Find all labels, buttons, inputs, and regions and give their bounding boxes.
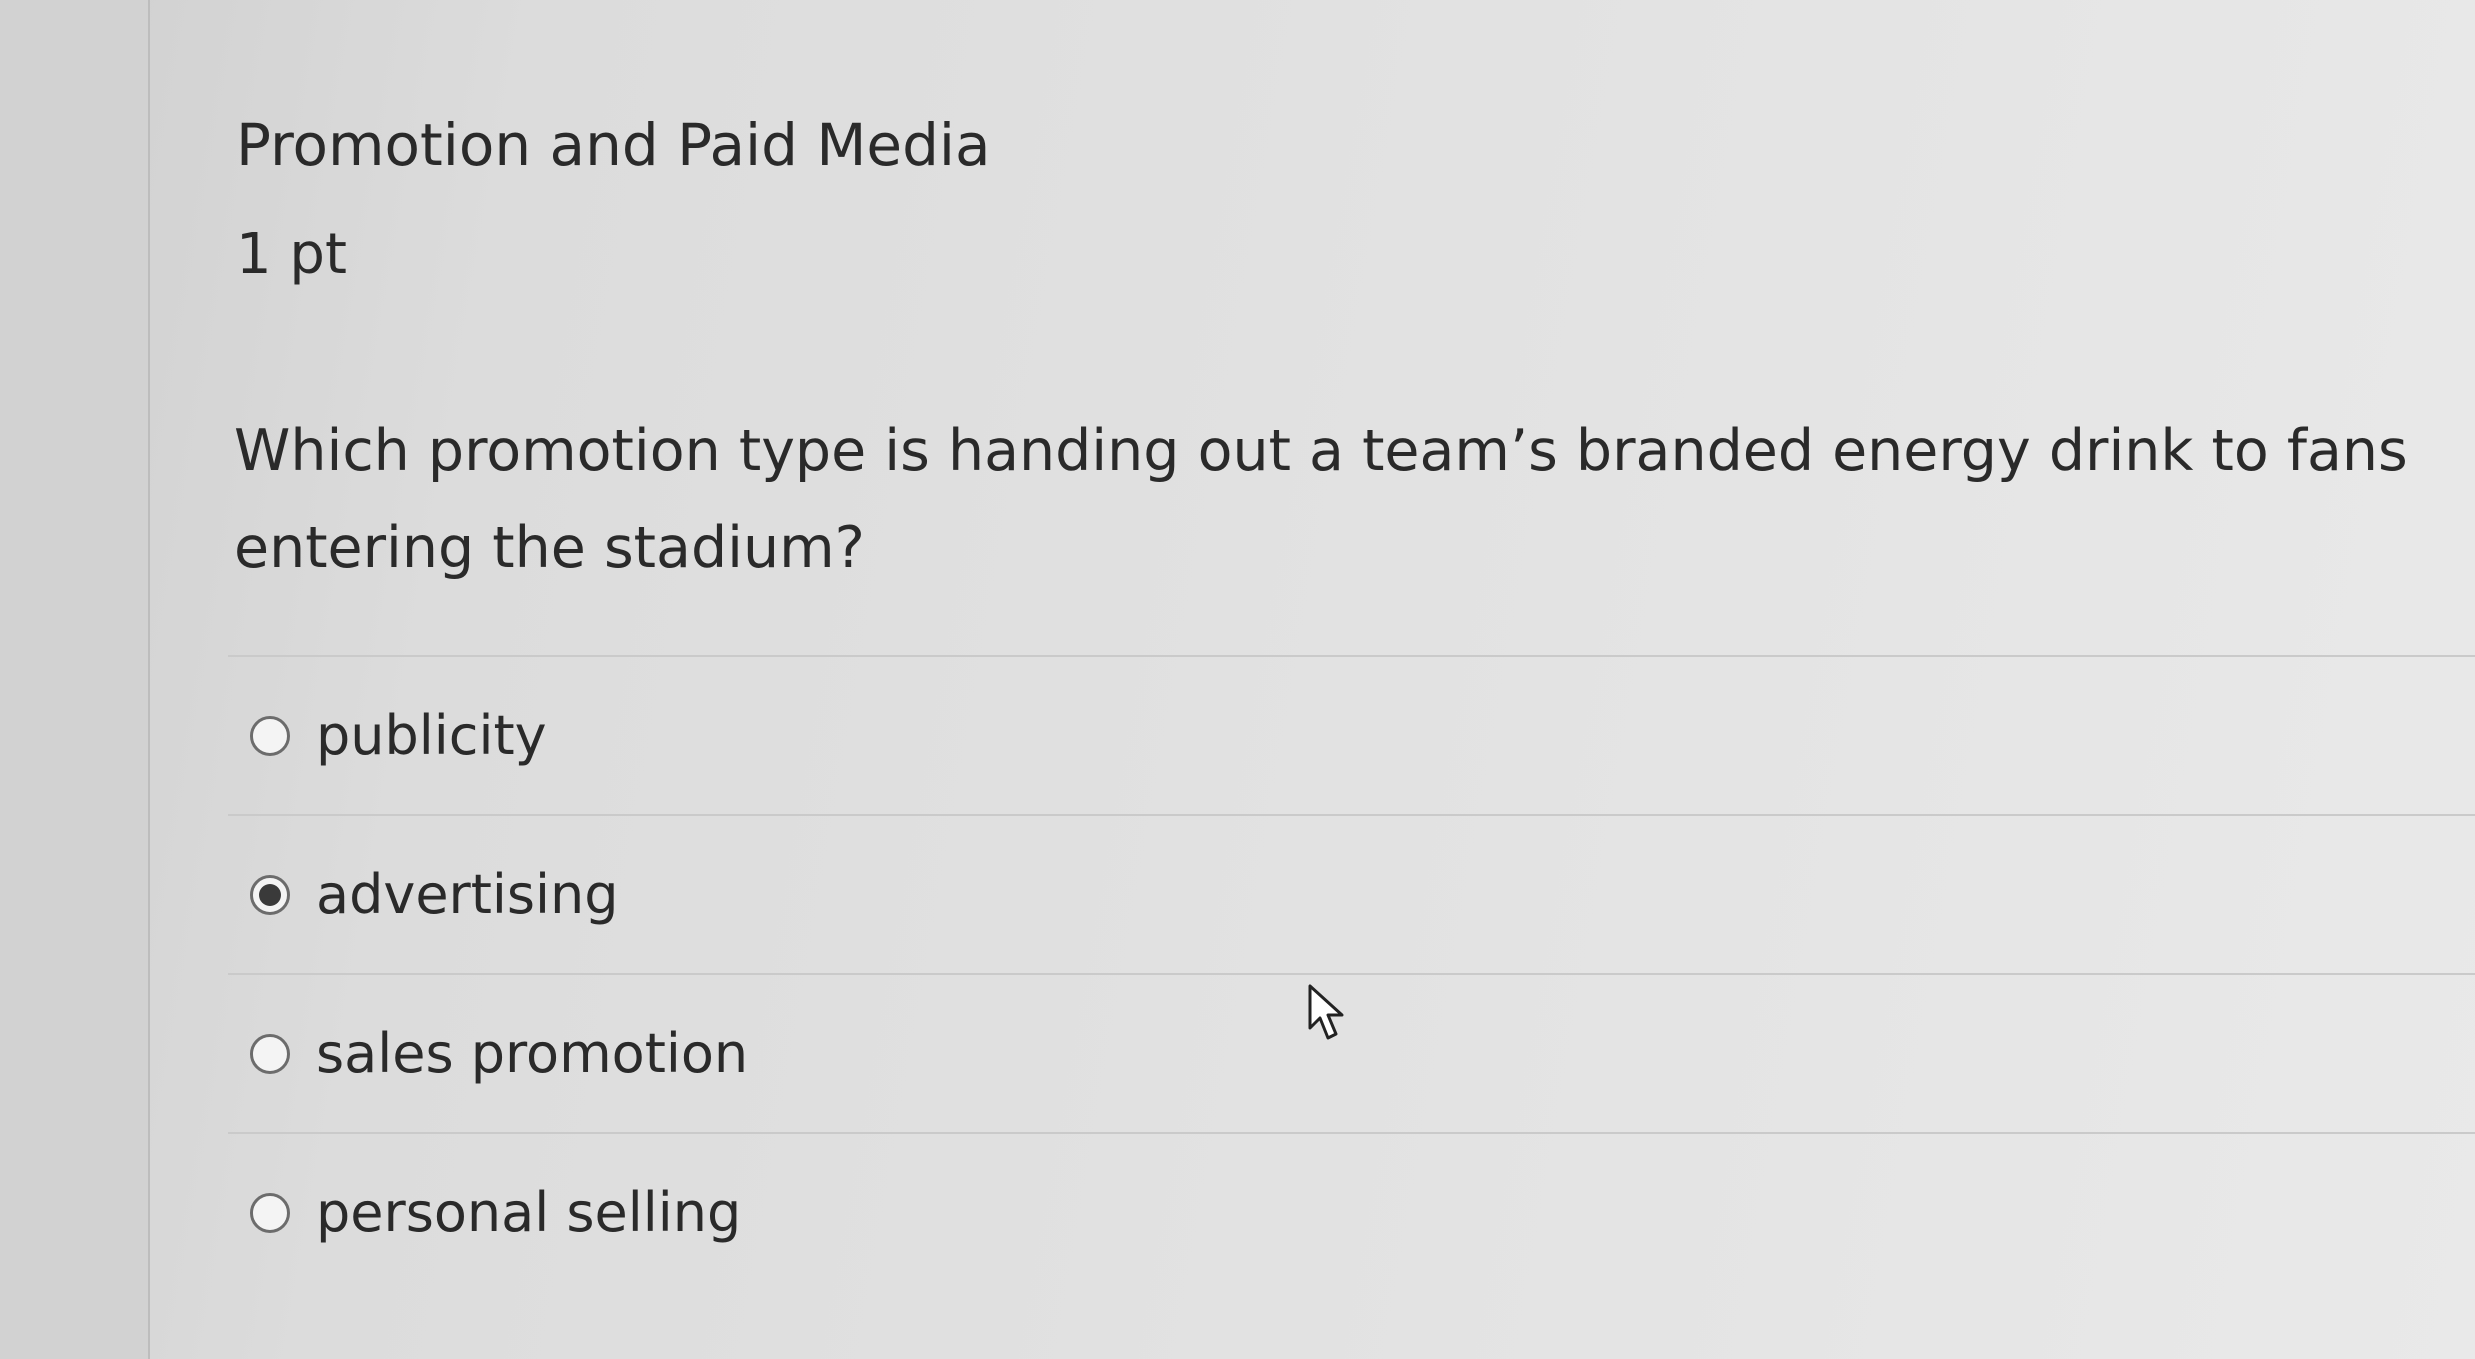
radio-empty-icon[interactable]	[250, 715, 290, 756]
mouse-pointer-icon	[1308, 984, 1344, 1040]
question-title: Promotion and Paid Media	[236, 110, 991, 179]
answer-label: publicity	[316, 704, 547, 767]
answer-list: publicity advertising sales promotion pe…	[228, 655, 2475, 1291]
quiz-question-panel: Promotion and Paid Media 1 pt Which prom…	[150, 0, 2475, 1359]
radio-empty-icon[interactable]	[250, 1192, 290, 1233]
answer-label: sales promotion	[316, 1022, 749, 1085]
answer-option-personal-selling[interactable]: personal selling	[228, 1132, 2475, 1291]
question-points: 1 pt	[236, 222, 347, 287]
question-text: Which promotion type is handing out a te…	[234, 418, 2408, 581]
left-gutter	[0, 0, 150, 1359]
answer-option-sales-promotion[interactable]: sales promotion	[228, 973, 2475, 1132]
answer-label: personal selling	[316, 1181, 742, 1244]
answer-option-advertising[interactable]: advertising	[228, 814, 2475, 973]
radio-empty-icon[interactable]	[250, 1033, 290, 1074]
answer-label: advertising	[316, 863, 619, 926]
answer-option-publicity[interactable]: publicity	[228, 655, 2475, 814]
radio-filled-icon[interactable]	[250, 874, 290, 915]
